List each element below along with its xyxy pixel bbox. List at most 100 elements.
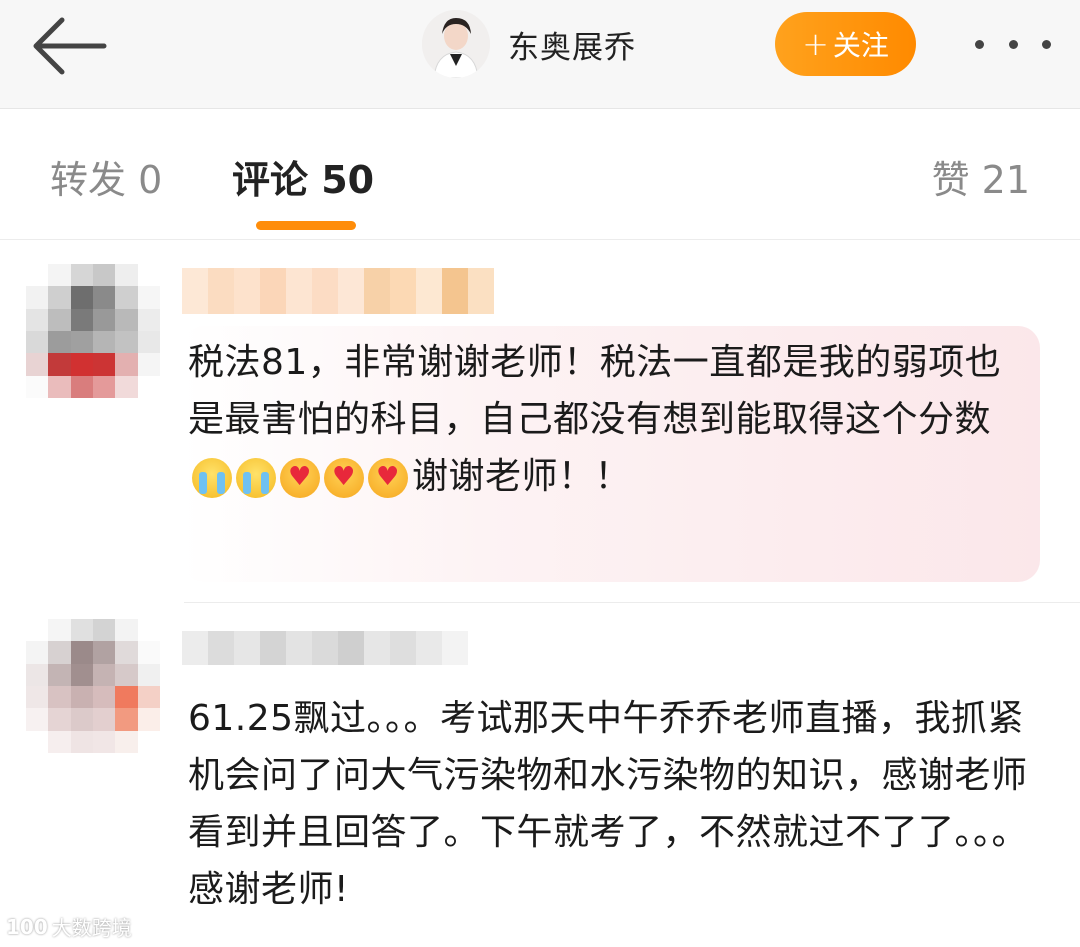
blur-pixel (48, 264, 71, 287)
blur-pixel (115, 264, 138, 287)
blur-pixel (70, 708, 93, 731)
commenter-avatar[interactable] (26, 619, 160, 753)
top-bar: 东奥展乔 + 关注 (0, 0, 1080, 109)
blur-pixel (208, 631, 234, 665)
blur-pixel (442, 631, 468, 665)
blur-pixel (115, 641, 138, 664)
blur-pixel (26, 619, 49, 642)
blur-pixel (70, 375, 93, 398)
commenter-username[interactable] (182, 631, 494, 665)
blur-pixel (48, 286, 71, 309)
blur-pixel (26, 708, 49, 731)
blur-pixel (48, 619, 71, 642)
blur-pixel (390, 631, 416, 665)
emoji-group (190, 458, 410, 498)
blur-pixel (416, 631, 442, 665)
tab-comments[interactable]: 评论 50 (232, 149, 374, 204)
blur-pixel (137, 641, 160, 664)
blur-pixel (137, 619, 160, 642)
more-dot (1042, 39, 1051, 49)
blur-pixel (137, 686, 160, 709)
blur-pixel (312, 631, 338, 665)
blur-pixel (468, 268, 494, 314)
blur-pixel (26, 331, 49, 354)
blur-pixel (26, 308, 49, 331)
blur-pixel (260, 631, 286, 665)
tab-bar: 转发 0 评论 50 赞 21 (0, 109, 1080, 240)
blur-pixel (390, 268, 416, 314)
blur-pixel (93, 308, 116, 331)
blur-pixel (93, 353, 116, 376)
blur-pixel (93, 708, 116, 731)
blur-pixel (137, 663, 160, 686)
blur-pixel (416, 268, 442, 314)
blur-pixel (93, 663, 116, 686)
active-tab-indicator (256, 221, 356, 230)
blur-pixel (26, 264, 49, 287)
blur-pixel (115, 686, 138, 709)
blur-pixel (93, 619, 116, 642)
blur-pixel (93, 686, 116, 709)
blur-pixel (26, 375, 49, 398)
blur-pixel (93, 286, 116, 309)
heart-hug-emoji-icon (324, 458, 364, 498)
heart-hug-emoji-icon (368, 458, 408, 498)
commenter-avatar[interactable] (26, 264, 160, 398)
blur-pixel (48, 308, 71, 331)
blur-pixel (234, 268, 260, 314)
tab-likes[interactable]: 赞 21 (932, 149, 1030, 204)
blur-pixel (70, 331, 93, 354)
tab-forward[interactable]: 转发 0 (50, 149, 162, 204)
commenter-username[interactable] (182, 268, 520, 314)
blur-pixel (70, 308, 93, 331)
watermark-text: 大数跨境 (51, 916, 132, 940)
author-name[interactable]: 东奥展乔 (508, 22, 636, 67)
crying-emoji-icon (192, 458, 232, 498)
blur-pixel (115, 708, 138, 731)
heart-hug-emoji-icon (280, 458, 320, 498)
blur-pixel (115, 375, 138, 398)
blur-pixel (137, 264, 160, 287)
blur-pixel (286, 268, 312, 314)
blur-pixel (48, 353, 71, 376)
comment-text[interactable]: 税法81，非常谢谢老师！税法一直都是我的弱项也是最害怕的科目，自己都没有想到能取… (188, 334, 1018, 505)
blur-pixel (468, 631, 494, 665)
divider (184, 602, 1080, 603)
blur-pixel (137, 286, 160, 309)
blur-pixel (115, 331, 138, 354)
blur-pixel (364, 631, 390, 665)
blur-pixel (26, 730, 49, 753)
blur-pixel (48, 663, 71, 686)
blur-pixel (93, 375, 116, 398)
blur-pixel (115, 619, 138, 642)
watermark-logo: 100 (6, 914, 48, 939)
blur-pixel (48, 730, 71, 753)
follow-label: 关注 (832, 29, 889, 62)
blur-pixel (26, 663, 49, 686)
blur-pixel (48, 375, 71, 398)
author-avatar[interactable] (422, 10, 490, 78)
comment-text[interactable]: 61.25飘过。。。考试那天中午乔乔老师直播，我抓紧机会问了问大气污染物和水污染… (188, 690, 1048, 918)
comment-item: 税法81，非常谢谢老师！税法一直都是我的弱项也是最害怕的科目，自己都没有想到能取… (0, 252, 1080, 600)
blur-pixel (442, 268, 468, 314)
blur-pixel (286, 631, 312, 665)
blur-pixel (364, 268, 390, 314)
blur-pixel (93, 331, 116, 354)
more-options-button[interactable] (975, 36, 1051, 52)
blur-pixel (137, 730, 160, 753)
blur-pixel (115, 353, 138, 376)
blur-pixel (70, 286, 93, 309)
blur-pixel (494, 268, 520, 314)
blur-pixel (312, 268, 338, 314)
blur-pixel (338, 268, 364, 314)
blur-pixel (338, 631, 364, 665)
back-button[interactable] (30, 16, 110, 76)
watermark: 100 大数跨境 (6, 912, 132, 941)
blur-pixel (115, 730, 138, 753)
blur-pixel (182, 631, 208, 665)
blur-pixel (115, 286, 138, 309)
blur-pixel (182, 268, 208, 314)
comment-text-part: 谢谢老师！！ (412, 456, 632, 497)
follow-button[interactable]: + 关注 (775, 12, 916, 76)
blur-pixel (137, 353, 160, 376)
